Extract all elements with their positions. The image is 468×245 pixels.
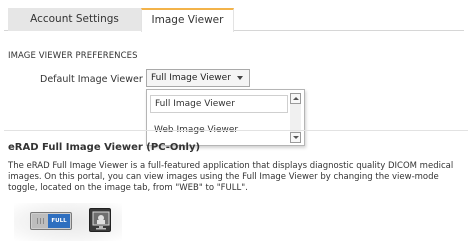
- toggle-web-side: [32, 214, 49, 228]
- tab-image-viewer[interactable]: Image Viewer: [141, 8, 234, 32]
- default-viewer-value: Full Image Viewer: [151, 73, 231, 83]
- grip-line: [37, 218, 38, 224]
- chevron-down-icon: [237, 76, 243, 80]
- section-divider: [4, 130, 468, 131]
- erad-viewer-description: The eRAD Full Image Viewer is a full-fea…: [8, 161, 454, 193]
- scroll-down-button[interactable]: [290, 132, 301, 143]
- grip-line: [43, 218, 44, 224]
- arrow-up-icon: [293, 97, 299, 100]
- view-mode-illustration: FULL: [14, 203, 122, 241]
- image-viewer-icon: [89, 208, 111, 232]
- grip-line: [40, 218, 41, 224]
- arrow-down-icon: [293, 136, 299, 139]
- preferences-heading: IMAGE VIEWER PREFERENCES: [8, 51, 138, 61]
- viewer-dropdown-list: Full Image Viewer Web Image Viewer: [146, 89, 305, 146]
- tab-account-settings[interactable]: Account Settings: [8, 8, 141, 31]
- dropdown-scrollbar[interactable]: [290, 93, 301, 143]
- scroll-up-button[interactable]: [290, 93, 301, 104]
- toggle-full-label: FULL: [48, 214, 70, 228]
- default-viewer-select[interactable]: Full Image Viewer: [146, 69, 250, 87]
- erad-viewer-heading: eRAD Full Image Viewer (PC-Only): [8, 142, 201, 153]
- view-mode-toggle: FULL: [30, 212, 72, 230]
- tab-bar: Account Settings Image Viewer: [4, 0, 464, 32]
- default-viewer-label: Default Image Viewer: [40, 74, 143, 85]
- option-full-image-viewer[interactable]: Full Image Viewer: [150, 95, 288, 113]
